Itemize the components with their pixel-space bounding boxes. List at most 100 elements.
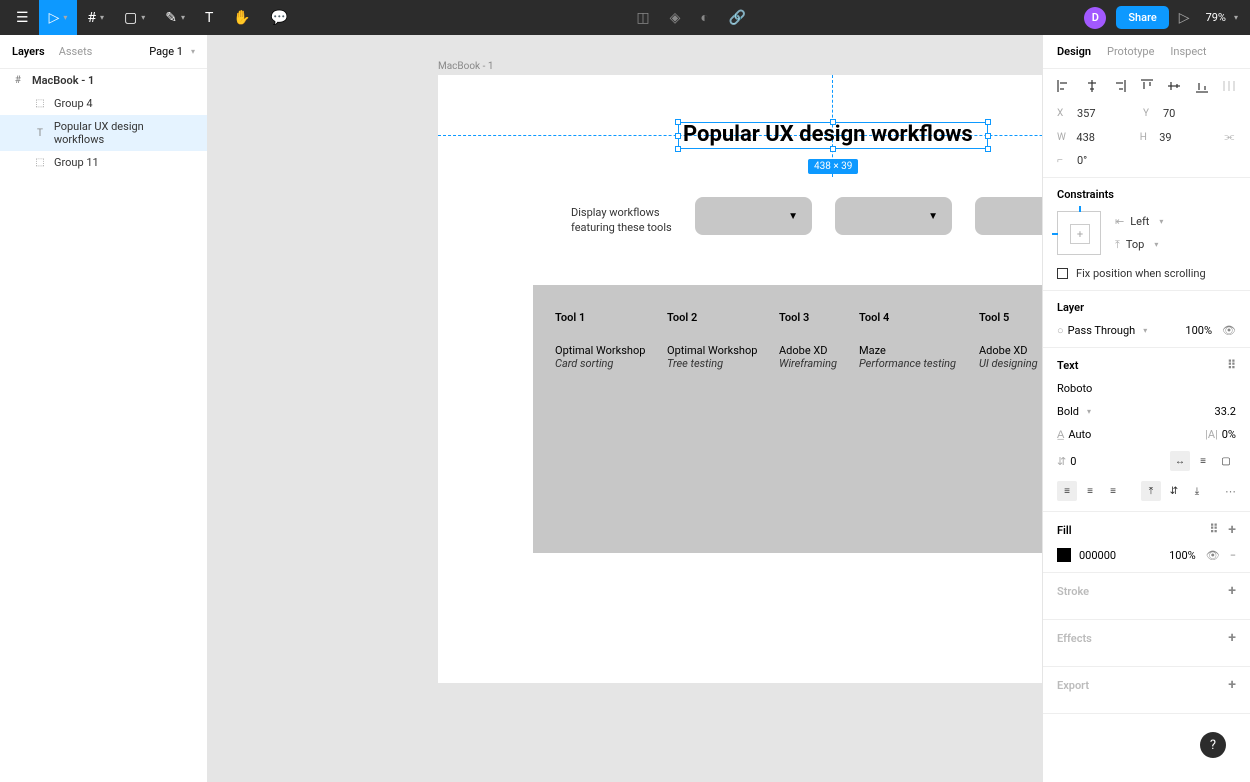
fill-color-swatch[interactable]	[1057, 548, 1071, 562]
tool-dropdown-2[interactable]: ▼	[835, 197, 952, 235]
share-button[interactable]: Share	[1116, 6, 1168, 29]
mask-icon[interactable]: ◐	[700, 9, 708, 26]
layers-tab[interactable]: Layers	[12, 45, 45, 58]
design-tab[interactable]: Design	[1057, 45, 1091, 58]
edit-object-icon[interactable]: ◫	[636, 9, 649, 26]
letter-spacing-input[interactable]: |A|0%	[1205, 428, 1236, 441]
text-align-middle-button[interactable]: ⇵	[1164, 481, 1184, 501]
align-right-icon[interactable]	[1112, 79, 1126, 93]
rotation-input[interactable]: 0°	[1077, 154, 1137, 167]
line-height-input[interactable]: A̲Auto	[1057, 428, 1091, 441]
hand-icon: ✋	[233, 10, 250, 26]
fill-hex-input[interactable]: 000000	[1079, 549, 1116, 562]
help-button[interactable]: ?	[1200, 732, 1226, 758]
inspect-tab[interactable]: Inspect	[1170, 45, 1206, 58]
font-size-input[interactable]: 33.2	[1215, 405, 1236, 418]
frame-tool-button[interactable]: #▾	[77, 0, 114, 35]
x-input[interactable]: 357	[1077, 107, 1137, 120]
component-icon[interactable]: ◈	[670, 9, 681, 26]
h-label: H	[1140, 132, 1153, 143]
layer-row[interactable]: ⬚ Group 11	[0, 151, 207, 174]
assets-tab[interactable]: Assets	[59, 45, 93, 58]
remove-fill-button[interactable]: −	[1230, 549, 1236, 562]
font-weight-select[interactable]: Bold▾	[1057, 405, 1091, 418]
align-vcenter-icon[interactable]	[1167, 79, 1181, 93]
frame-label[interactable]: MacBook - 1	[438, 61, 493, 72]
h-input[interactable]: 39	[1159, 131, 1216, 144]
visibility-icon[interactable]: 👁	[1206, 549, 1220, 562]
page-selector[interactable]: Page 1▾	[149, 45, 195, 58]
align-left-icon[interactable]	[1057, 79, 1071, 93]
resize-handle[interactable]	[985, 146, 991, 152]
tool-dropdown-3[interactable]: ▼	[975, 197, 1042, 235]
add-stroke-button[interactable]: +	[1228, 583, 1236, 599]
add-effect-button[interactable]: +	[1228, 630, 1236, 646]
text-style-icon[interactable]: ⠿	[1227, 358, 1236, 372]
prototype-tab[interactable]: Prototype	[1107, 45, 1154, 58]
hand-tool-button[interactable]: ✋	[223, 0, 260, 35]
move-tool-button[interactable]: ▷▾	[39, 0, 78, 35]
frame-icon: #	[12, 75, 24, 87]
shape-tool-button[interactable]: ▢▾	[114, 0, 155, 35]
layer-title: Layer	[1057, 301, 1236, 314]
type-details-button[interactable]: ⋯	[1225, 485, 1236, 498]
fill-opacity-input[interactable]: 100%	[1169, 549, 1196, 562]
fill-style-icon[interactable]: ⠿	[1210, 522, 1219, 538]
blend-mode-select[interactable]: ○Pass Through▾	[1057, 324, 1147, 337]
distribute-icon[interactable]	[1222, 79, 1236, 93]
add-fill-button[interactable]: +	[1228, 522, 1236, 538]
comment-tool-button[interactable]: 💬	[261, 0, 298, 35]
text-icon: T	[34, 127, 46, 139]
table-header: Tool 4	[859, 311, 979, 324]
font-family-select[interactable]: Roboto	[1057, 382, 1236, 395]
align-hcenter-icon[interactable]	[1085, 79, 1099, 93]
cell-sub: Wireframing	[779, 357, 859, 370]
text-align-bottom-button[interactable]: ⤓	[1187, 481, 1207, 501]
align-bottom-icon[interactable]	[1195, 79, 1209, 93]
constraint-h-select[interactable]: ⇤Left▾	[1115, 215, 1163, 228]
fixed-size-button[interactable]: ▢	[1216, 451, 1236, 471]
cell-tool: Optimal Workshop	[667, 344, 779, 357]
layer-row[interactable]: ⬚ Group 4	[0, 92, 207, 115]
constraint-widget[interactable]: +	[1057, 211, 1101, 255]
text-align-right-button[interactable]: ≡	[1103, 481, 1123, 501]
resize-handle[interactable]	[675, 133, 681, 139]
resize-handle[interactable]	[985, 133, 991, 139]
text-align-top-button[interactable]: ⤒	[1141, 481, 1161, 501]
selection-box[interactable]	[678, 122, 988, 149]
user-avatar[interactable]: D	[1084, 7, 1106, 29]
resize-handle[interactable]	[675, 146, 681, 152]
present-button[interactable]: ▷	[1179, 10, 1190, 26]
y-input[interactable]: 70	[1163, 107, 1223, 120]
canvas[interactable]: MacBook - 1 Popular UX design workflows …	[208, 35, 1042, 782]
main-menu-button[interactable]: ☰	[6, 0, 39, 35]
fix-scroll-checkbox[interactable]: Fix position when scrolling	[1057, 267, 1236, 280]
pen-tool-button[interactable]: ✎▾	[155, 0, 195, 35]
constrain-proportions-icon[interactable]: ⫘	[1223, 130, 1236, 144]
resize-handle[interactable]	[830, 146, 836, 152]
paragraph-spacing-input[interactable]: ⇵0	[1057, 455, 1076, 468]
text-align-center-button[interactable]: ≡	[1080, 481, 1100, 501]
w-label: W	[1057, 132, 1070, 143]
group-icon: ⬚	[34, 157, 46, 169]
resize-handle[interactable]	[675, 119, 681, 125]
text-align-left-button[interactable]: ≡	[1057, 481, 1077, 501]
text-tool-button[interactable]: T	[195, 0, 223, 35]
layer-frame-row[interactable]: # MacBook - 1	[0, 69, 207, 92]
constraint-v-select[interactable]: ⤒Top▾	[1115, 238, 1163, 252]
auto-width-button[interactable]: ↔	[1170, 451, 1190, 471]
w-input[interactable]: 438	[1076, 131, 1133, 144]
link-icon[interactable]: 🔗	[729, 9, 746, 26]
auto-height-button[interactable]: ≡	[1193, 451, 1213, 471]
layer-label: Group 4	[54, 97, 93, 110]
add-export-button[interactable]: +	[1228, 677, 1236, 693]
resize-handle[interactable]	[830, 119, 836, 125]
layer-row-selected[interactable]: T Popular UX design workflows	[0, 115, 207, 151]
tool-dropdown-1[interactable]: ▼	[695, 197, 812, 235]
table-header: Tool 1	[555, 311, 667, 324]
resize-handle[interactable]	[985, 119, 991, 125]
visibility-icon[interactable]: 👁	[1222, 324, 1236, 337]
layer-opacity-input[interactable]: 100%	[1185, 324, 1212, 337]
align-top-icon[interactable]	[1140, 79, 1154, 93]
zoom-dropdown[interactable]: 79%▾	[1200, 11, 1244, 24]
